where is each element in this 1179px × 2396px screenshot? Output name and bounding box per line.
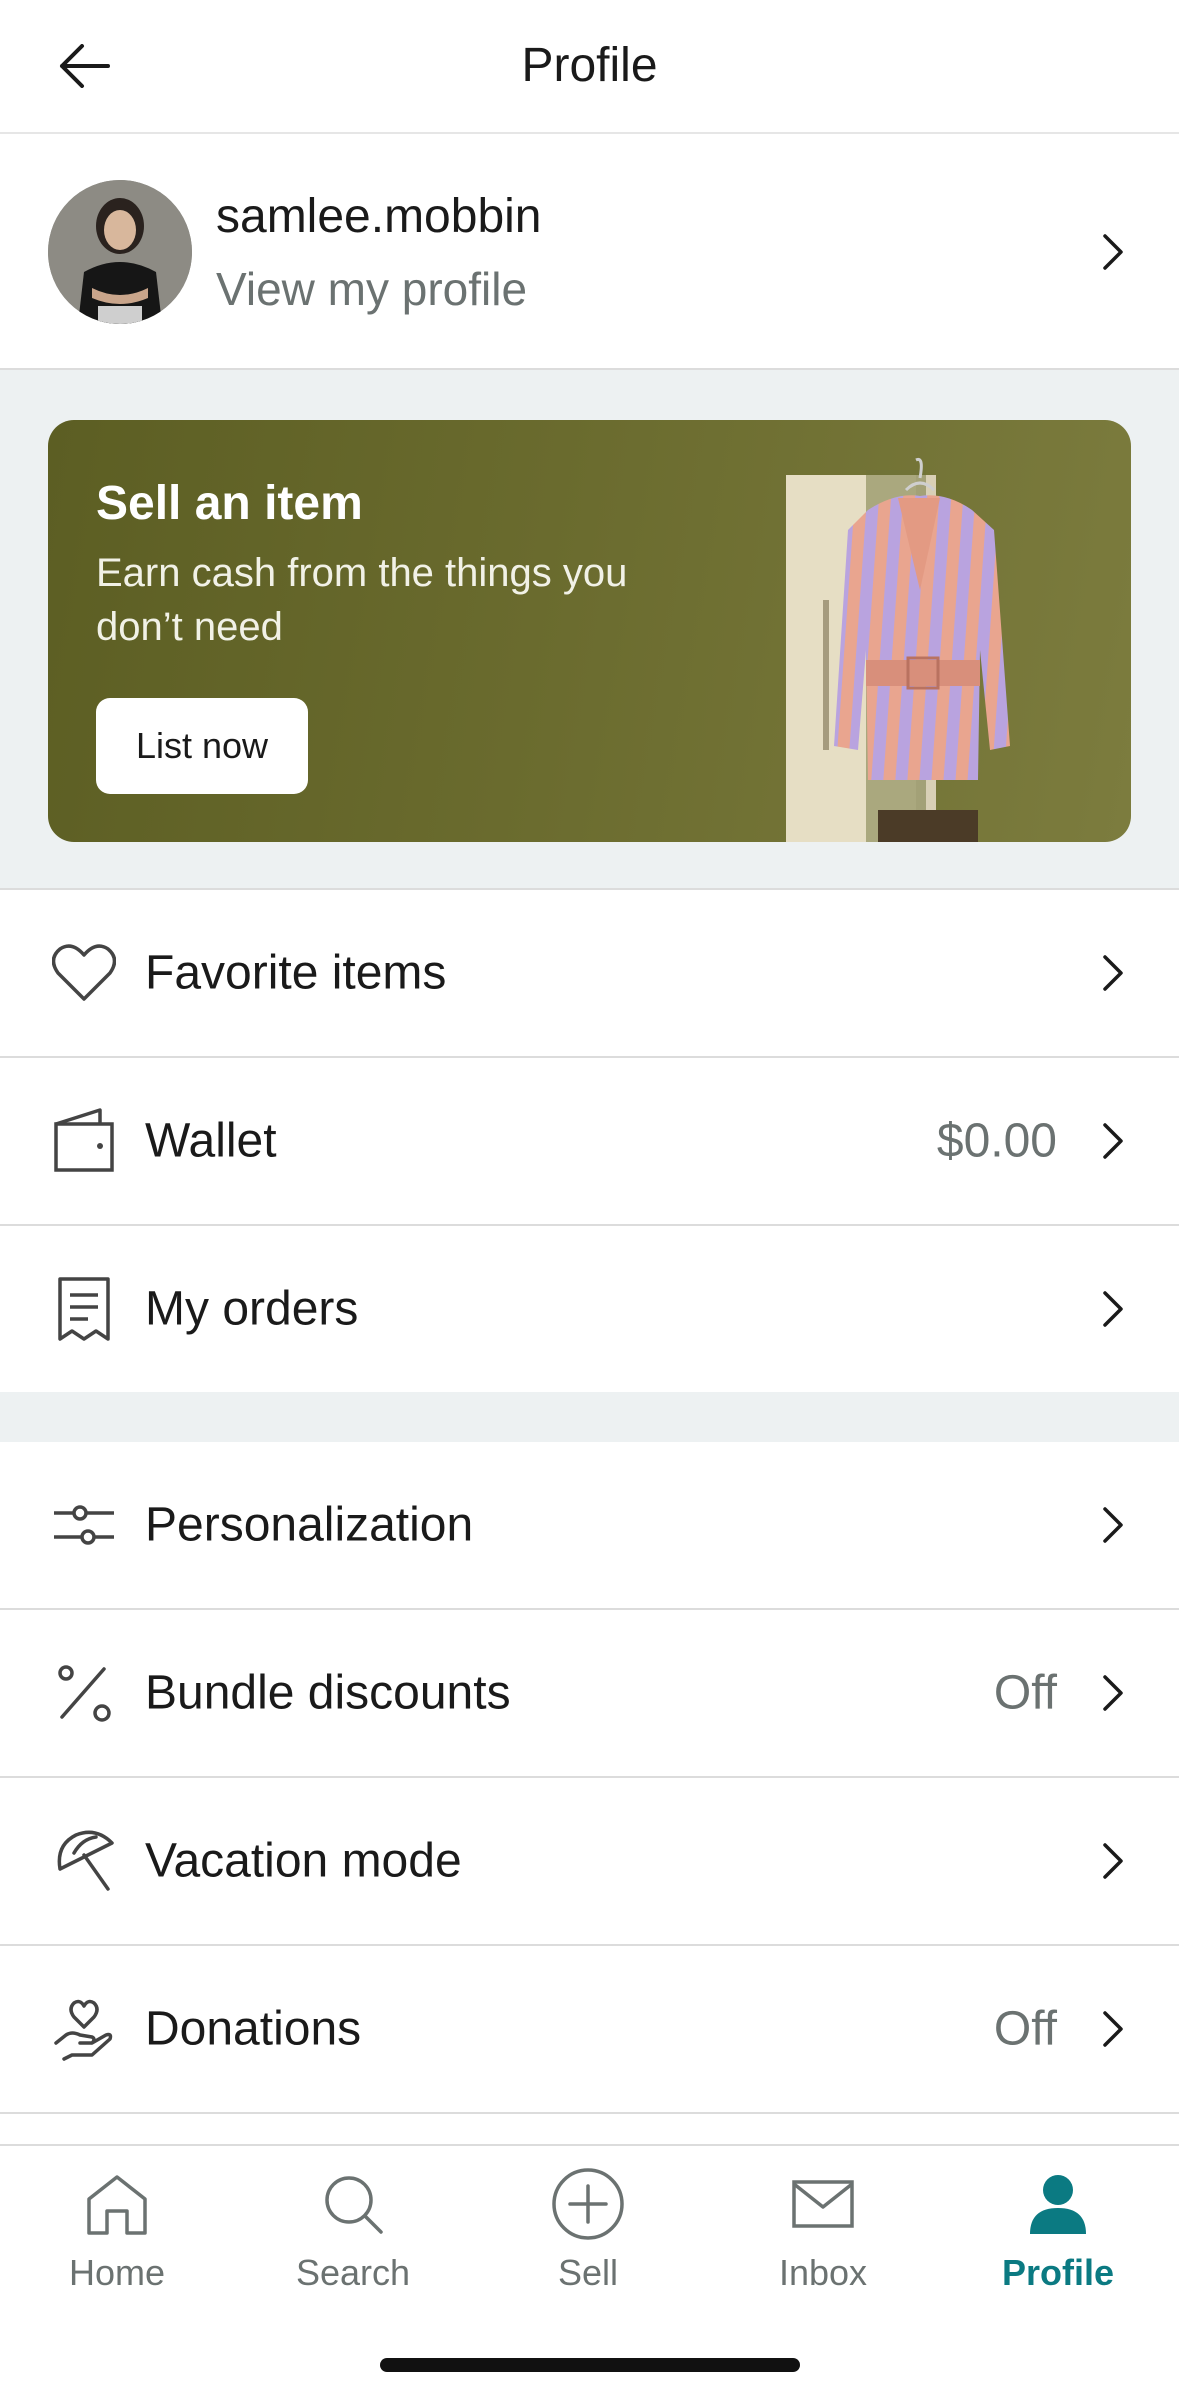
donations-status: Off xyxy=(993,2002,1057,2056)
menu-item-vacation-mode[interactable]: Vacation mode xyxy=(0,1778,1179,1946)
section-divider xyxy=(0,1392,1179,1442)
jacket-image xyxy=(786,457,1010,842)
chevron-right-icon xyxy=(1095,1669,1131,1717)
menu-label: Wallet xyxy=(145,1114,277,1168)
menu-item-my-orders[interactable]: My orders xyxy=(0,1226,1179,1394)
chevron-right-icon xyxy=(1095,949,1131,997)
chevron-right-icon xyxy=(1095,1837,1131,1885)
nav-tab-search[interactable]: Search xyxy=(253,2164,453,2304)
chevron-right-icon xyxy=(1095,2005,1131,2053)
profile-row[interactable]: samlee.mobbin View my profile xyxy=(0,134,1179,370)
avatar xyxy=(48,180,192,324)
list-now-button[interactable]: List now xyxy=(96,698,308,794)
username: samlee.mobbin xyxy=(216,190,542,243)
chevron-right-icon xyxy=(1095,1117,1131,1165)
menu-item-personalization[interactable]: Personalization xyxy=(0,1442,1179,1610)
promo-title: Sell an item xyxy=(96,477,363,530)
menu-label: Favorite items xyxy=(145,946,447,1000)
page-title: Profile xyxy=(521,39,658,92)
nav-tab-inbox[interactable]: Inbox xyxy=(723,2164,923,2304)
top-bar: Profile xyxy=(0,0,1179,134)
nav-label: Profile xyxy=(1001,2252,1115,2293)
profile-icon xyxy=(1018,2164,1098,2244)
chevron-right-icon xyxy=(1095,1285,1131,1333)
nav-label: Inbox xyxy=(778,2252,868,2293)
nav-tab-sell[interactable]: Sell xyxy=(488,2164,688,2304)
menu-label: Personalization xyxy=(145,1498,474,1552)
menu-item-wallet[interactable]: Wallet $0.00 xyxy=(0,1058,1179,1226)
search-icon xyxy=(313,2164,393,2244)
chevron-right-icon xyxy=(1095,1501,1131,1549)
menu-item-bundle-discounts[interactable]: Bundle discounts Off xyxy=(0,1610,1179,1778)
wallet-balance: $0.00 xyxy=(936,1114,1057,1168)
menu-label: Bundle discounts xyxy=(145,1666,511,1720)
beach-umbrella-icon xyxy=(48,1825,120,1897)
heart-icon xyxy=(48,937,120,1009)
receipt-icon xyxy=(48,1273,120,1345)
view-profile-link[interactable]: View my profile xyxy=(216,262,527,316)
menu-label: Donations xyxy=(145,2002,362,2056)
menu-label: My orders xyxy=(145,1282,359,1336)
wallet-icon xyxy=(48,1105,120,1177)
mail-icon xyxy=(783,2164,863,2244)
home-icon xyxy=(77,2164,157,2244)
bundle-discounts-status: Off xyxy=(993,1666,1057,1720)
menu-label: Vacation mode xyxy=(145,1834,462,1888)
nav-label: Search xyxy=(295,2252,411,2293)
sell-promo-card[interactable]: Sell an item Earn cash from the things y… xyxy=(48,420,1131,842)
promo-subtitle: Earn cash from the things you don’t need xyxy=(96,551,628,649)
nav-tab-home[interactable]: Home xyxy=(17,2164,217,2304)
plus-circle-icon xyxy=(548,2164,628,2244)
sliders-icon xyxy=(48,1489,120,1561)
promo-section: Sell an item Earn cash from the things y… xyxy=(0,370,1179,890)
chevron-right-icon xyxy=(1095,228,1131,276)
home-indicator xyxy=(380,2358,800,2372)
percent-icon xyxy=(48,1657,120,1729)
nav-tab-profile[interactable]: Profile xyxy=(958,2164,1158,2304)
nav-label: Home xyxy=(68,2252,166,2293)
heart-hand-icon xyxy=(48,1993,120,2065)
menu-item-favorite-items[interactable]: Favorite items xyxy=(0,890,1179,1058)
menu-item-donations[interactable]: Donations Off xyxy=(0,1946,1179,2114)
nav-label: Sell xyxy=(557,2252,619,2293)
